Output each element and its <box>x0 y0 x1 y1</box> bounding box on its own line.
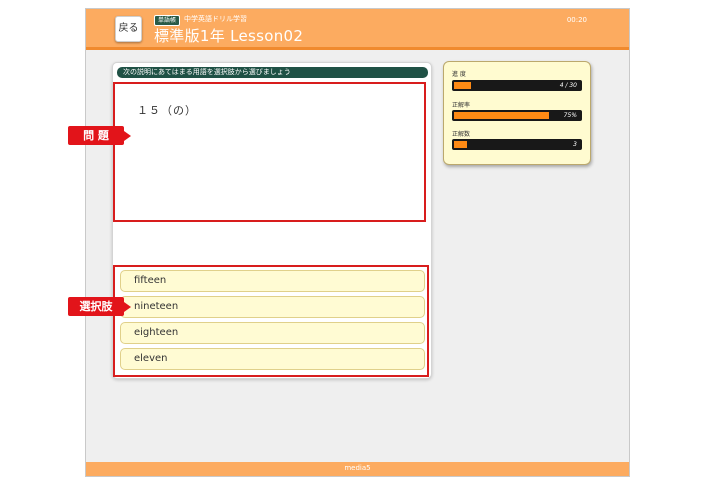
timer: 00:20 <box>566 16 587 24</box>
choices-callout: 選択肢 <box>68 297 131 316</box>
progress-label: 進 度 <box>452 71 466 78</box>
question-text: １５（の） <box>137 104 197 117</box>
correct-count-label: 正解数 <box>452 131 471 138</box>
correct-count-value: 3 <box>573 141 577 148</box>
choice-nineteen[interactable]: nineteen <box>120 296 425 318</box>
choice-eleven[interactable]: eleven <box>120 348 425 370</box>
footer-bar: media5 <box>86 462 629 476</box>
back-button[interactable]: 戻る <box>115 16 142 42</box>
accuracy-fill <box>454 112 549 119</box>
progress-fill <box>454 82 471 89</box>
progress-bar: 4 / 30 <box>452 80 582 91</box>
accuracy-bar: 75% <box>452 110 582 121</box>
header-bar: 戻る 単語帳 中学英語ドリル学習 標準版1年 Lesson02 00:20 <box>86 9 629 50</box>
correct-count-fill <box>454 141 467 148</box>
accuracy-value: 75% <box>563 112 577 119</box>
question-area: １５（の） <box>113 82 426 222</box>
instruction-text: 次の説明にあてはまる用語を選択肢から選びましょう <box>117 67 428 78</box>
choice-eighteen[interactable]: eighteen <box>120 322 425 344</box>
correct-count-bar: 3 <box>452 139 582 150</box>
question-callout: 問 題 <box>68 126 131 145</box>
choices-area: fifteen nineteen eighteen eleven <box>113 265 429 377</box>
page-title: 標準版1年 Lesson02 <box>154 27 304 45</box>
footer-brand: media5 <box>344 464 371 472</box>
choice-fifteen[interactable]: fifteen <box>120 270 425 292</box>
accuracy-label: 正解率 <box>452 102 471 109</box>
question-panel: 次の説明にあてはまる用語を選択肢から選びましょう １５（の） fifteen n… <box>112 62 432 379</box>
app-subtitle: 中学英語ドリル学習 <box>184 15 247 23</box>
progress-value: 4 / 30 <box>559 82 577 89</box>
stats-panel: 進 度 4 / 30 正解率 75% 正解数 3 <box>443 61 591 165</box>
